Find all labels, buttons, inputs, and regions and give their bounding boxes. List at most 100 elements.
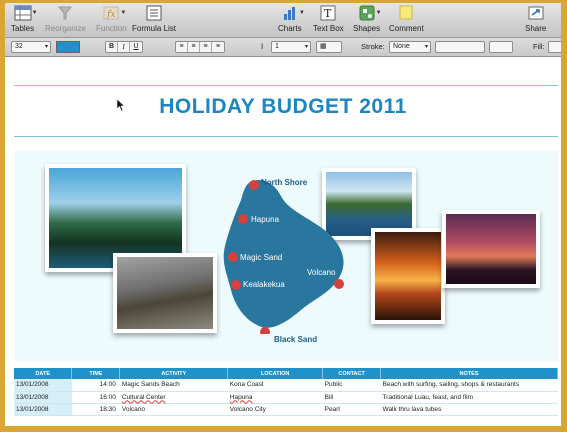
table-icon: ▼ [14, 5, 38, 21]
column-header[interactable]: LOCATION [227, 368, 324, 379]
schedule-table[interactable]: DATE TIME ACTIVITY LOCATION CONTACT NOTE… [14, 368, 558, 416]
kealakekua-marker[interactable] [231, 280, 241, 290]
comment-icon [397, 5, 415, 21]
text-color-well[interactable] [56, 41, 80, 53]
italic-button[interactable]: I [118, 42, 130, 52]
volcano-marker[interactable] [334, 279, 344, 289]
notes-cell[interactable]: Walk thru lava tubes [380, 403, 558, 416]
border-icon: ▦ [320, 43, 327, 50]
table-row[interactable]: 13/01/2008 16:00 Cultural Center Hapuna … [14, 391, 558, 404]
palm-sunset-image [446, 214, 536, 284]
column-header[interactable]: NOTES [380, 368, 558, 379]
hapuna-marker[interactable] [238, 214, 248, 224]
bold-button[interactable]: B [106, 42, 118, 52]
shapes-label: Shapes [353, 24, 381, 33]
page-title[interactable]: HOLIDAY BUDGET 2011 [5, 95, 561, 119]
contact-cell[interactable]: Public [322, 379, 381, 392]
notes-cell[interactable]: Traditional Luau, feast, and film [380, 391, 558, 404]
formula-list-button[interactable]: Formula List [132, 5, 176, 33]
sunset-photo[interactable] [371, 228, 445, 324]
turtle-photo[interactable] [113, 253, 217, 333]
sunset-image [375, 232, 441, 320]
comment-button[interactable]: Comment [389, 5, 424, 33]
tables-label: Tables [11, 24, 35, 33]
stroke-select[interactable]: None ▾ [389, 41, 431, 53]
activity-cell[interactable]: Magic Sands Beach [119, 379, 228, 392]
share-button[interactable]: Share [525, 5, 546, 33]
stroke-value: None [393, 43, 410, 50]
line-spacing-value: 1 [275, 43, 279, 50]
notes-cell[interactable]: Beach with surfing, sailing, shops & res… [380, 379, 558, 392]
charts-label: Charts [278, 24, 302, 33]
date-cell[interactable]: 13/01/2008 [14, 379, 72, 392]
magic-sand-marker[interactable] [228, 252, 238, 262]
chevron-down-icon: ▾ [424, 44, 428, 50]
place-label: Magic Sand [240, 253, 283, 262]
table-row[interactable]: 13/01/2008 18:30 Volcano Volcano City Pe… [14, 403, 558, 416]
comment-label: Comment [389, 24, 424, 33]
time-cell[interactable]: 18:30 [71, 403, 120, 416]
column-header[interactable]: CONTACT [322, 368, 382, 379]
black-sand-marker[interactable] [260, 327, 270, 334]
top-rule [14, 85, 558, 86]
charts-button[interactable]: ▼ Charts [278, 5, 305, 33]
column-header[interactable]: ACTIVITY [119, 368, 229, 379]
reorganize-button[interactable]: Reorganize [45, 5, 86, 33]
toolbar: ▼ Tables Reorganize fx ▼ Function Formul… [5, 3, 561, 38]
stroke-label: Stroke: [361, 42, 385, 51]
app-window: ▼ Tables Reorganize fx ▼ Function Formul… [5, 3, 561, 426]
place-label: Hapuna [251, 215, 280, 224]
formula-list-icon [145, 5, 163, 21]
reorganize-label: Reorganize [45, 24, 86, 33]
time-cell[interactable]: 16:00 [71, 391, 120, 404]
fill-color-well[interactable] [548, 41, 561, 53]
align-left-icon[interactable]: ≡ [176, 42, 188, 52]
line-spacing-icon: Ⅰ [261, 42, 264, 51]
date-cell[interactable]: 13/01/2008 [14, 391, 72, 404]
shapes-button[interactable]: ▼ Shapes [353, 5, 382, 33]
stroke-width-field[interactable] [435, 41, 485, 53]
function-label: Function [96, 24, 127, 33]
table-row[interactable]: 13/01/2008 14:00 Magic Sands Beach Kona … [14, 379, 558, 392]
fill-label: Fill: [533, 42, 545, 51]
contact-cell[interactable]: Pearl [322, 403, 381, 416]
share-label: Share [525, 24, 547, 33]
document-page[interactable]: HOLIDAY BUDGET 2011 North Shore Hapuna M… [5, 58, 561, 426]
font-size-value: 32 [15, 43, 23, 50]
align-center-icon[interactable]: ≡ [188, 42, 200, 52]
activity-cell[interactable]: Cultural Center [119, 391, 228, 404]
align-right-icon[interactable]: ≡ [200, 42, 212, 52]
time-cell[interactable]: 14:00 [71, 379, 120, 392]
font-size-field[interactable]: 32 ▾ [11, 41, 51, 53]
funnel-icon [56, 5, 74, 21]
title-rule [14, 136, 558, 137]
svg-text:fx: fx [106, 10, 115, 20]
column-header[interactable]: TIME [71, 368, 121, 379]
north-shore-marker[interactable] [249, 180, 259, 190]
table-header-row: DATE TIME ACTIVITY LOCATION CONTACT NOTE… [14, 368, 558, 379]
justify-icon[interactable]: ≡ [212, 42, 224, 52]
place-label: Black Sand [274, 335, 318, 344]
border-style-field[interactable]: ▦ [316, 41, 342, 53]
location-cell[interactable]: Volcano City [227, 403, 323, 416]
date-cell[interactable]: 13/01/2008 [14, 403, 72, 416]
alignment-group: ≡ ≡ ≡ ≡ [175, 41, 225, 53]
tables-button[interactable]: ▼ Tables [11, 5, 38, 33]
line-spacing-field[interactable]: 1 ▾ [271, 41, 311, 53]
activity-cell[interactable]: Volcano [119, 403, 228, 416]
function-button[interactable]: fx ▼ Function [96, 5, 127, 33]
underline-button[interactable]: U [130, 42, 142, 52]
bar-chart-icon: ▼ [281, 5, 305, 21]
place-label: Kealakekua [243, 280, 285, 289]
column-header[interactable]: DATE [14, 368, 73, 379]
formula-list-label: Formula List [132, 24, 177, 33]
palm-sunset-photo[interactable] [442, 210, 540, 288]
chevron-down-icon: ▾ [44, 44, 48, 50]
place-label: North Shore [261, 178, 308, 187]
contact-cell[interactable]: Bill [322, 391, 381, 404]
location-cell[interactable]: Kona Coast [227, 379, 323, 392]
format-bar: 32 ▾ B I U ≡ ≡ ≡ ≡ Ⅰ 1 ▾ ▦ Stroke: None … [5, 38, 561, 57]
location-cell[interactable]: Hapuna [227, 391, 323, 404]
text-box-button[interactable]: T Text Box [313, 5, 344, 33]
stroke-color-well[interactable] [489, 41, 513, 53]
